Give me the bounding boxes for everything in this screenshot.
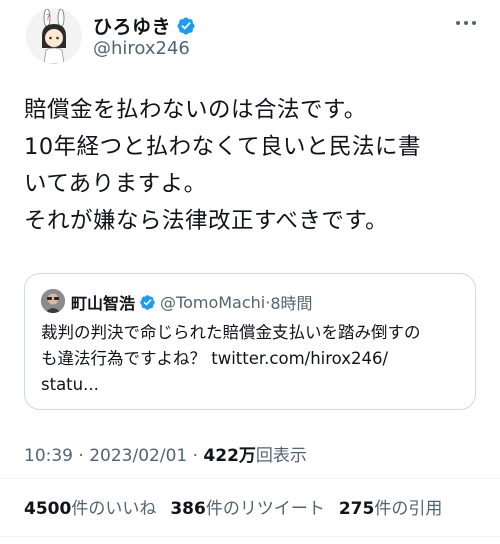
tweet-line: いてありますよ。: [24, 171, 207, 197]
tweet-time[interactable]: 10:39: [24, 446, 73, 466]
divider: [0, 478, 500, 479]
separator-dot: ·: [78, 446, 84, 466]
quoted-tweet-time[interactable]: 8時間: [270, 290, 312, 314]
avatar-image: [41, 289, 65, 313]
tweet-line: 10年経つと払わなくて良いと民法に書: [24, 134, 421, 160]
quoted-tweet-card[interactable]: 町山智浩 @TomoMachi · 8時間 裁判の判決で命じられた賠償金支払いを…: [24, 273, 476, 410]
svg-text:?: ?: [46, 13, 50, 22]
likes-stat[interactable]: 4500件のいいね: [24, 494, 156, 519]
author-display-name[interactable]: ひろゆき: [93, 12, 196, 39]
quoted-tweet-text: 裁判の判決で命じられた賠償金支払いを踏み倒すの も違法行為ですよね？ twitt…: [41, 320, 461, 398]
engagement-stats: 4500件のいいね 386件のリツイート 275件の引用: [24, 494, 442, 519]
verified-badge-icon: [140, 294, 155, 310]
quoted-tweet-header: 町山智浩 @TomoMachi · 8時間: [71, 290, 313, 314]
quoted-line: statu...: [41, 375, 99, 394]
tweet-text: 賠償金を払わないのは合法です。 10年経つと払わなくて良いと民法に書 いてありま…: [24, 92, 484, 240]
retweets-label: 件のリツイート: [205, 499, 325, 519]
views-count: 422万: [203, 446, 256, 466]
tweet-date[interactable]: 2023/02/01: [89, 446, 187, 466]
quotes-stat[interactable]: 275件の引用: [339, 494, 443, 519]
verified-badge-icon: [177, 16, 195, 35]
author-handle[interactable]: @hirox246: [93, 38, 190, 59]
tweet-line: それが嫌なら法律改正すべきです。: [24, 208, 389, 234]
separator-dot: ·: [192, 446, 199, 466]
author-name-text[interactable]: ひろゆき: [93, 12, 171, 39]
quoted-line: も違法行為ですよね？ twitter.com/hirox246/: [41, 349, 389, 368]
likes-label: 件のいいね: [71, 499, 157, 519]
retweets-stat[interactable]: 386件のリツイート: [170, 494, 325, 519]
retweets-count: 386: [170, 499, 206, 519]
quoted-author-avatar[interactable]: [41, 289, 65, 313]
quoted-author-handle[interactable]: @TomoMachi: [160, 293, 265, 312]
tweet-header: ? ひろゆき @hirox246: [0, 0, 500, 80]
tweet-line: 賠償金を払わないのは合法です。: [24, 97, 367, 123]
author-avatar[interactable]: ?: [26, 8, 82, 64]
divider: [0, 536, 500, 537]
quotes-count: 275: [338, 499, 375, 519]
quotes-label: 件の引用: [374, 499, 443, 519]
quoted-line: 裁判の判決で命じられた賠償金支払いを踏み倒すの: [41, 323, 421, 342]
avatar-image: ?: [26, 8, 82, 64]
views-label: 回表示: [255, 446, 307, 466]
likes-count: 4500: [24, 499, 72, 519]
tweet-meta: 10:39 · 2023/02/01 · 422万回表示: [24, 441, 307, 466]
more-options-icon[interactable]: [454, 18, 478, 28]
quoted-author-name[interactable]: 町山智浩: [71, 290, 135, 314]
